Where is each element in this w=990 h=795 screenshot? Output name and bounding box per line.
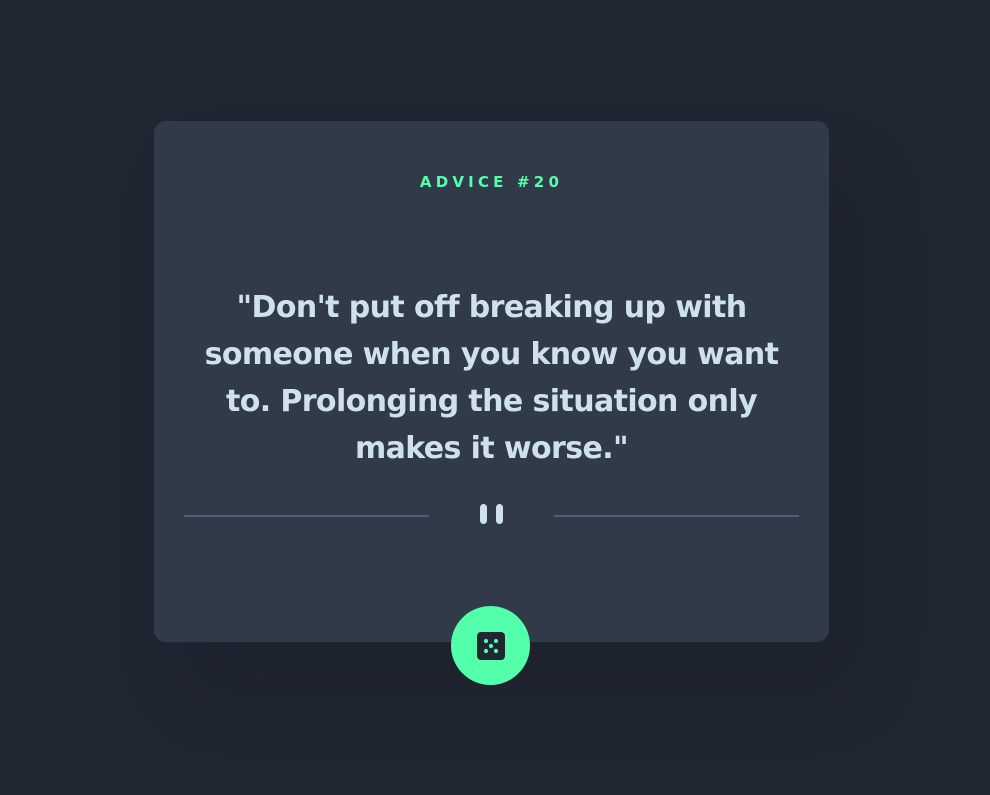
dice-icon bbox=[476, 631, 505, 660]
advice-quote: "Don't put off breaking up with someone … bbox=[204, 290, 779, 466]
generate-advice-button[interactable] bbox=[451, 606, 530, 685]
advice-id-label: ADVICE #20 bbox=[419, 173, 564, 191]
pause-bar-right bbox=[496, 504, 503, 524]
divider-line-left bbox=[184, 515, 429, 517]
advice-card: ADVICE #20 "Don't put off breaking up wi… bbox=[154, 121, 829, 642]
divider-line-right bbox=[554, 515, 799, 517]
pause-bar-left bbox=[480, 504, 487, 524]
pause-icon bbox=[480, 504, 506, 524]
